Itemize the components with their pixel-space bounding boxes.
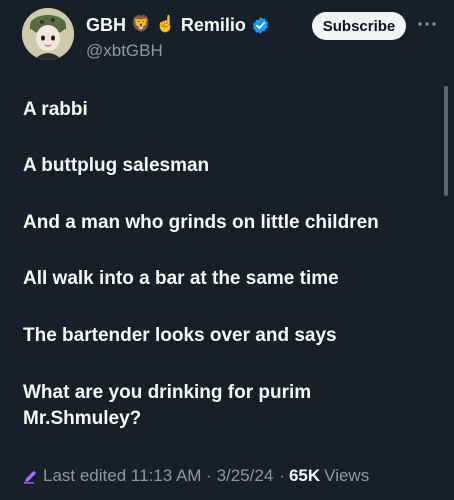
- tweet-line: What are you drinking for purim: [23, 382, 312, 403]
- meta-separator: ·: [279, 466, 285, 485]
- views-label: Views: [324, 466, 370, 485]
- more-options-button[interactable]: [414, 12, 440, 36]
- tweet-line: A buttplug salesman: [23, 155, 210, 176]
- verified-badge-icon: [252, 16, 268, 34]
- avatar[interactable]: [22, 8, 74, 60]
- avatar-image: [22, 8, 74, 60]
- lion-emoji-icon: 🦁: [131, 16, 151, 33]
- tweet-line: All walk into a bar at the same time: [23, 268, 339, 289]
- pointing-finger-emoji-icon: ☝️: [155, 16, 176, 33]
- display-name[interactable]: GBH: [86, 15, 126, 36]
- tweet-line: And a man who grinds on little children: [23, 212, 379, 233]
- tweet-header: GBH 🦁 ☝️ Remilio @xbtGBH Subscribe: [0, 0, 454, 80]
- tweet-line: A rabbi: [23, 99, 88, 120]
- more-dots-icon: [418, 22, 436, 26]
- tweet-meta: Last edited 11:13 AM · 3/25/24 · 65K Vie…: [23, 464, 369, 488]
- display-name-row[interactable]: GBH 🦁 ☝️ Remilio: [86, 12, 270, 38]
- edited-timestamp-link[interactable]: Last edited 11:13 AM · 3/25/24: [43, 466, 273, 486]
- subscribe-button[interactable]: Subscribe: [312, 12, 406, 40]
- user-handle[interactable]: @xbtGBH: [86, 41, 163, 61]
- tweet-line: The bartender looks over and says: [23, 325, 337, 346]
- edit-pencil-icon: [24, 470, 37, 484]
- views-count[interactable]: 65K: [289, 466, 320, 486]
- tweet-line: Mr.Shmuley?: [23, 408, 142, 429]
- scrollbar[interactable]: [444, 86, 448, 196]
- display-name-suffix[interactable]: Remilio: [181, 15, 246, 36]
